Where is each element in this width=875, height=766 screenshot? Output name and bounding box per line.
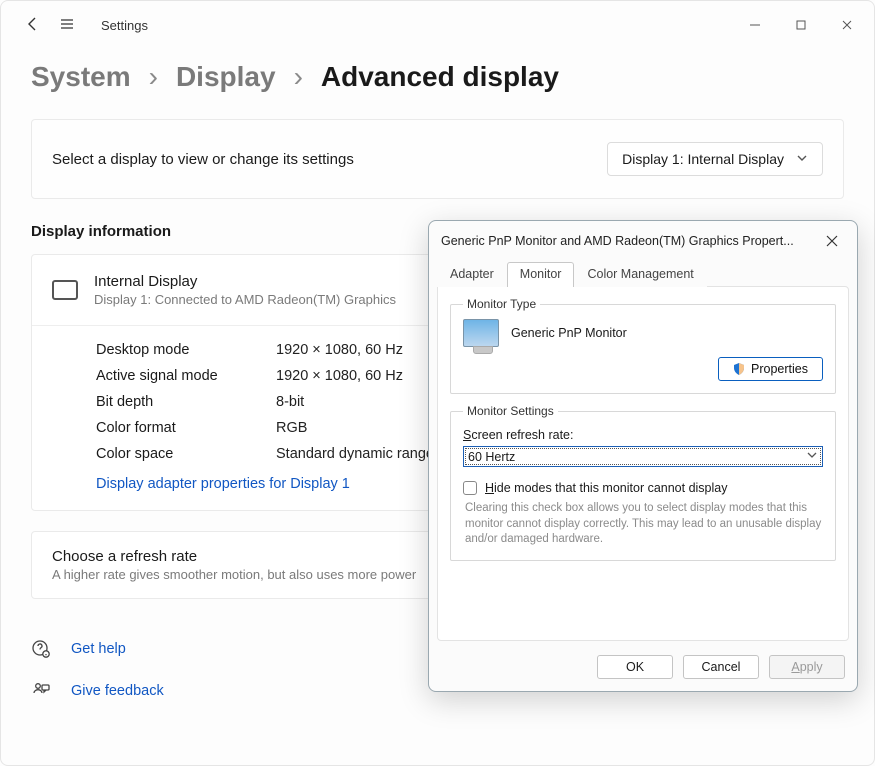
title-bar: Settings xyxy=(1,1,874,49)
hide-modes-checkbox[interactable] xyxy=(463,481,477,495)
tab-color-management[interactable]: Color Management xyxy=(574,262,706,287)
monitor-properties-dialog: Generic PnP Monitor and AMD Radeon(TM) G… xyxy=(428,220,858,692)
tab-adapter[interactable]: Adapter xyxy=(437,262,507,287)
chevron-down-icon xyxy=(796,151,808,167)
breadcrumb-display[interactable]: Display xyxy=(176,61,276,93)
chevron-right-icon: › xyxy=(294,61,303,93)
tab-monitor[interactable]: Monitor xyxy=(507,262,575,287)
monitor-type-group: Monitor Type Generic PnP Monitor Propert… xyxy=(450,297,836,394)
spec-key: Active signal mode xyxy=(96,368,276,384)
monitor-icon xyxy=(52,280,78,300)
window-close-button[interactable] xyxy=(824,2,870,48)
display-name: Internal Display xyxy=(94,273,396,290)
feedback-icon xyxy=(31,681,51,701)
dialog-title: Generic PnP Monitor and AMD Radeon(TM) G… xyxy=(441,234,794,248)
refresh-rate-select[interactable]: 60 Hertz xyxy=(463,446,823,467)
cancel-button[interactable]: Cancel xyxy=(683,655,759,679)
apply-button[interactable]: Apply xyxy=(769,655,845,679)
refresh-rate-value: 60 Hertz xyxy=(468,450,515,464)
monitor-illustration-icon xyxy=(463,319,499,347)
dialog-tabs: Adapter Monitor Color Management xyxy=(429,261,857,286)
ok-button[interactable]: OK xyxy=(597,655,673,679)
dialog-close-button[interactable] xyxy=(813,227,851,255)
display-select-value: Display 1: Internal Display xyxy=(622,151,784,167)
app-title: Settings xyxy=(101,18,148,33)
hide-modes-hint: Clearing this check box allows you to se… xyxy=(463,501,823,548)
spec-key: Desktop mode xyxy=(96,342,276,358)
select-display-msg: Select a display to view or change its s… xyxy=(52,151,354,168)
breadcrumb-advanced-display: Advanced display xyxy=(321,61,559,93)
spec-key: Color format xyxy=(96,420,276,436)
chevron-down-icon xyxy=(806,449,818,464)
monitor-type-legend: Monitor Type xyxy=(463,297,540,311)
give-feedback-link[interactable]: Give feedback xyxy=(71,683,164,699)
breadcrumb-system[interactable]: System xyxy=(31,61,131,93)
hide-modes-label: Hide modes that this monitor cannot disp… xyxy=(485,481,728,495)
get-help-link[interactable]: Get help xyxy=(71,641,126,657)
monitor-settings-group: Monitor Settings Screen refresh rate: 60… xyxy=(450,404,836,561)
help-icon xyxy=(31,639,51,659)
select-display-panel: Select a display to view or change its s… xyxy=(31,119,844,199)
spec-key: Bit depth xyxy=(96,394,276,410)
uac-shield-icon xyxy=(733,363,745,375)
window-minimize-button[interactable] xyxy=(732,2,778,48)
window-maximize-button[interactable] xyxy=(778,2,824,48)
monitor-properties-button[interactable]: Properties xyxy=(718,357,823,381)
refresh-rate-label: Screen refresh rate: xyxy=(463,428,823,442)
display-connection: Display 1: Connected to AMD Radeon(TM) G… xyxy=(94,292,396,307)
spec-key: Color space xyxy=(96,446,276,462)
chevron-right-icon: › xyxy=(149,61,158,93)
monitor-settings-legend: Monitor Settings xyxy=(463,404,558,418)
nav-menu-button[interactable] xyxy=(59,16,75,35)
properties-button-label: Properties xyxy=(751,362,808,376)
display-select-dropdown[interactable]: Display 1: Internal Display xyxy=(607,142,823,176)
monitor-name: Generic PnP Monitor xyxy=(511,326,627,340)
breadcrumb: System › Display › Advanced display xyxy=(1,49,874,119)
back-button[interactable] xyxy=(25,16,41,35)
